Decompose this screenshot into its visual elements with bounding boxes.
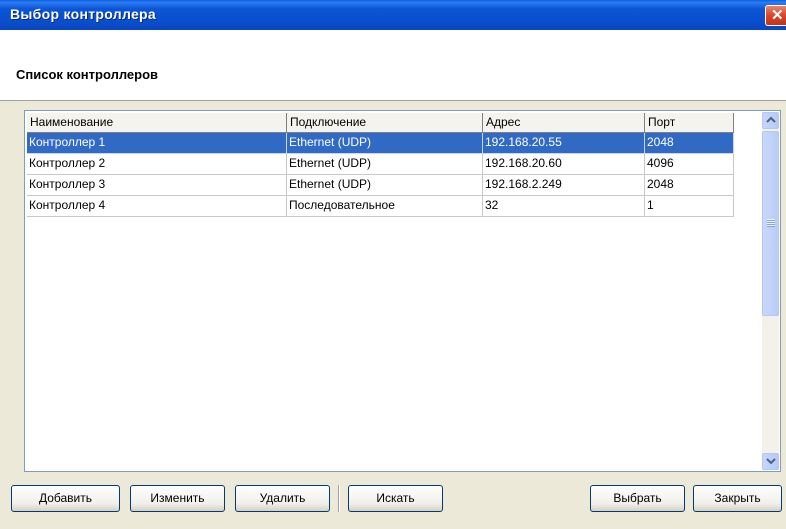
grip-icon: [767, 219, 775, 227]
select-button[interactable]: Выбрать: [590, 485, 685, 512]
close-icon: ✕: [771, 7, 784, 24]
table-row[interactable]: Контроллер 4 Последовательное 32 1: [27, 196, 734, 217]
cell-address: 192.168.2.249: [483, 175, 645, 196]
cell-connection: Ethernet (UDP): [287, 154, 483, 175]
close-window-button[interactable]: ✕: [765, 5, 786, 26]
cell-name: Контроллер 2: [27, 154, 287, 175]
cell-connection: Ethernet (UDP): [287, 175, 483, 196]
cell-name: Контроллер 4: [27, 196, 287, 217]
table-row[interactable]: Контроллер 3 Ethernet (UDP) 192.168.2.24…: [27, 175, 734, 196]
cell-name: Контроллер 3: [27, 175, 287, 196]
cell-port: 4096: [645, 154, 734, 175]
scroll-up-button[interactable]: [762, 112, 779, 129]
dialog-header: Список контроллеров: [0, 30, 786, 101]
chevron-down-icon: [766, 455, 776, 471]
column-header-port[interactable]: Порт: [645, 113, 734, 133]
close-button[interactable]: Закрыть: [693, 485, 782, 512]
cell-port: 1: [645, 196, 734, 217]
button-separator: [338, 485, 340, 512]
column-header-address[interactable]: Адрес: [483, 113, 645, 133]
table-row[interactable]: Контроллер 2 Ethernet (UDP) 192.168.20.6…: [27, 154, 734, 175]
cell-port: 2048: [645, 133, 734, 154]
cell-connection: Ethernet (UDP): [287, 133, 483, 154]
add-button[interactable]: Добавить: [11, 485, 120, 512]
delete-button[interactable]: Удалить: [235, 485, 330, 512]
controller-list[interactable]: Наименование Подключение Адрес Порт Конт…: [24, 110, 781, 472]
title-bar[interactable]: Выбор контроллера ✕: [0, 0, 786, 30]
edit-button[interactable]: Изменить: [130, 485, 225, 512]
table-row[interactable]: Контроллер 1 Ethernet (UDP) 192.168.20.5…: [27, 133, 734, 154]
cell-address: 32: [483, 196, 645, 217]
cell-connection: Последовательное: [287, 196, 483, 217]
cell-address: 192.168.20.55: [483, 133, 645, 154]
window-title: Выбор контроллера: [10, 6, 156, 22]
chevron-up-icon: [766, 114, 776, 131]
column-header-connection[interactable]: Подключение: [287, 113, 483, 133]
cell-port: 2048: [645, 175, 734, 196]
cell-address: 192.168.20.60: [483, 154, 645, 175]
search-button[interactable]: Искать: [348, 485, 443, 512]
scroll-down-button[interactable]: [762, 453, 779, 470]
column-header-name[interactable]: Наименование: [27, 113, 287, 133]
cell-name: Контроллер 1: [27, 133, 287, 154]
page-title: Список контроллеров: [16, 67, 159, 82]
scrollbar-thumb[interactable]: [762, 131, 779, 316]
vertical-scrollbar[interactable]: [762, 112, 779, 470]
